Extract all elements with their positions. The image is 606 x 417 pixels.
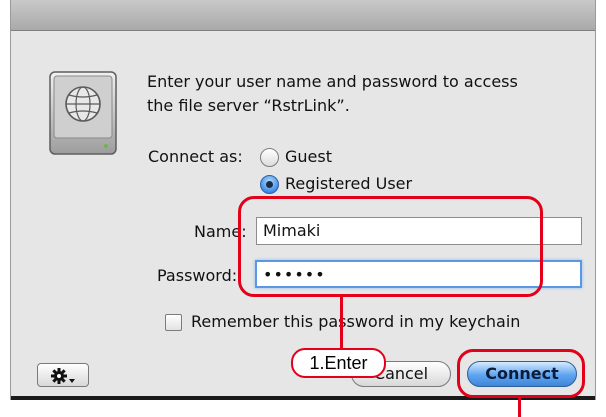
connect-as-label: Connect as:: [148, 147, 243, 166]
registered-user-radio-label[interactable]: Registered User: [285, 174, 412, 193]
connect-callout-outline: [457, 349, 585, 398]
window-titlebar[interactable]: [11, 0, 595, 31]
password-label: Password:: [157, 266, 238, 285]
action-menu-button[interactable]: [37, 363, 89, 387]
dialog-prompt: Enter your user name and password to acc…: [147, 70, 587, 118]
step-label-bubble: 1.Enter: [291, 348, 386, 378]
registered-user-radio[interactable]: [260, 175, 279, 194]
network-drive-icon: [49, 71, 117, 155]
connect-callout-leader: [518, 397, 521, 417]
fields-callout-outline: [238, 196, 543, 297]
guest-radio-label[interactable]: Guest: [285, 147, 332, 166]
prompt-line-2: the file server “RstrLink”.: [147, 96, 350, 115]
guest-radio[interactable]: [260, 148, 279, 167]
prompt-line-1: Enter your user name and password to acc…: [147, 72, 518, 91]
remember-password-checkbox[interactable]: [165, 314, 182, 331]
remember-password-label[interactable]: Remember this password in my keychain: [191, 312, 520, 331]
fields-callout-leader: [340, 296, 343, 350]
gear-icon: [51, 368, 75, 384]
